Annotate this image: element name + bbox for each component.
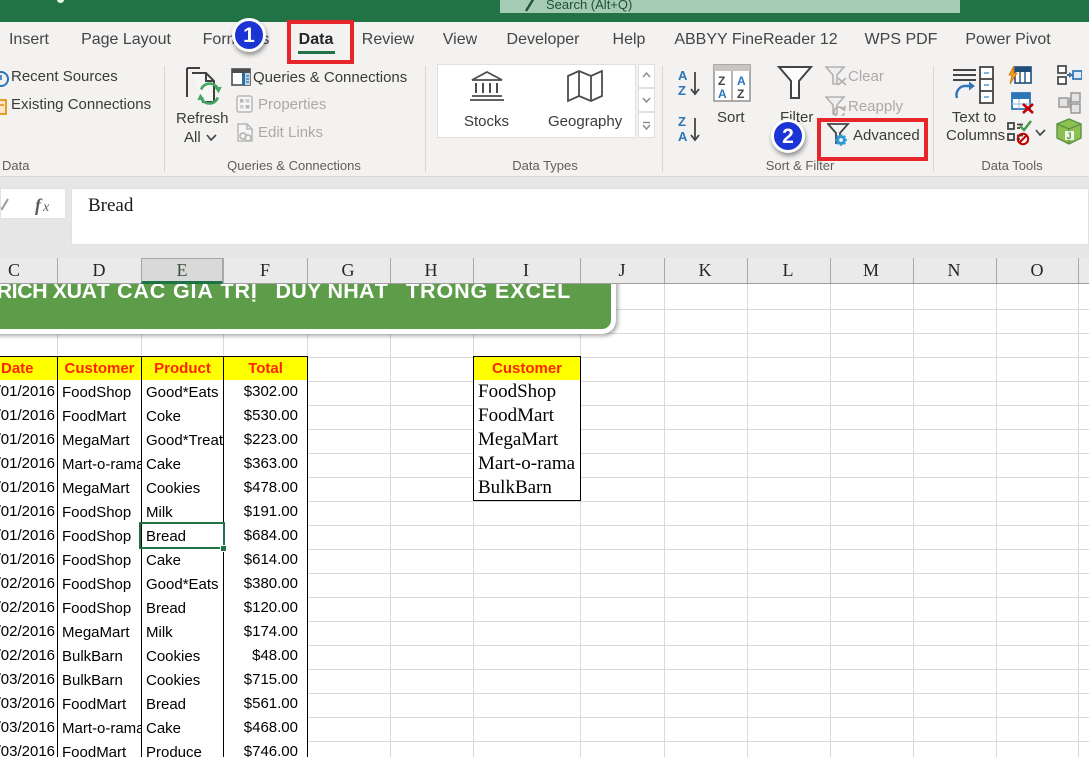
svg-text:Search (Alt+Q): Search (Alt+Q)	[546, 0, 632, 12]
svg-text:Z: Z	[678, 114, 686, 129]
svg-text:x: x	[42, 200, 50, 215]
svg-text:A: A	[737, 74, 746, 88]
svg-text:Z: Z	[678, 83, 686, 98]
svg-text:A: A	[678, 68, 688, 83]
svg-text:A: A	[718, 87, 727, 101]
svg-text:A: A	[678, 129, 688, 144]
svg-text:Z: Z	[737, 87, 744, 101]
svg-text:Z: Z	[718, 74, 725, 88]
svg-text:J: J	[1067, 131, 1072, 141]
svg-text:f: f	[35, 195, 43, 215]
